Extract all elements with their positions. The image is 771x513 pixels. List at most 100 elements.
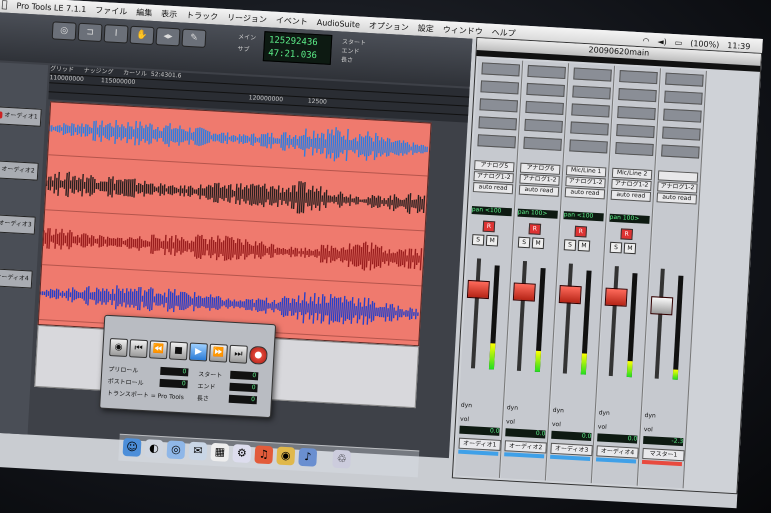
track-name[interactable]: オーディオ2 [504,440,547,454]
record-enable-button[interactable]: R [620,228,633,241]
end-value[interactable]: 0 [229,382,258,393]
start-value[interactable]: 0 [230,370,259,381]
menu-event[interactable]: イベント [276,14,309,27]
solo-button[interactable]: S [471,234,485,246]
insert-slot[interactable] [526,82,565,97]
menu-clock[interactable]: 11:39 [727,41,751,51]
postroll-value[interactable]: 0 [159,378,188,389]
menu-file[interactable]: ファイル [95,4,128,17]
automation-mode[interactable]: auto read [518,184,560,197]
menu-options[interactable]: オプション [369,19,410,32]
insert-slot[interactable] [663,108,702,123]
insert-slot[interactable] [616,123,655,139]
go-to-end-button[interactable]: ⏭ [228,344,248,364]
volume-value[interactable]: -2.3 [643,435,684,447]
apple-menu-icon[interactable]:  [1,0,8,10]
record-enable-icon[interactable] [0,111,3,119]
record-button[interactable]: ● [248,345,268,365]
insert-slot[interactable] [618,88,657,103]
pan-value[interactable]: pan 100> [517,208,558,219]
automation-mode[interactable]: auto read [564,187,606,200]
rewind-to-start-button[interactable]: ⏮ [129,339,149,359]
insert-slot[interactable] [570,121,609,136]
insert-slot[interactable] [478,116,517,131]
volume-fader[interactable] [650,296,674,316]
track-playlist-area[interactable] [37,101,432,347]
volume-fader[interactable] [466,279,490,300]
online-button[interactable]: ◉ [109,338,129,357]
track-name[interactable]: オーディオ3 [550,442,593,457]
menu-help[interactable]: ヘルプ [491,26,516,38]
insert-slot[interactable] [523,136,562,151]
volume-value[interactable]: 0.0 [597,433,638,444]
volume-icon[interactable]: ◄) [657,37,667,47]
length-value[interactable]: 0 [228,394,258,405]
solo-button[interactable]: S [563,239,577,251]
menu-edit[interactable]: 編集 [136,6,153,18]
automation-mode[interactable]: auto read [656,192,698,205]
pencil-tool-icon[interactable]: ✎ [181,28,207,48]
track-header[interactable]: オーディオ4 [0,267,33,289]
insert-slot[interactable] [664,90,703,105]
mute-button[interactable]: M [485,234,499,247]
track-name[interactable]: オーディオ1 [458,437,502,451]
volume-value[interactable]: 0.0 [505,428,546,439]
mail-icon[interactable]: ✉ [188,441,208,461]
pan-value[interactable]: pan <100 [563,211,604,222]
rewind-button[interactable]: ⏪ [149,340,168,360]
menu-track[interactable]: トラック [186,9,219,22]
insert-slot[interactable] [615,141,654,157]
automation-mode[interactable]: auto read [472,182,514,195]
preroll-value[interactable]: 0 [160,366,189,377]
insert-slot[interactable] [480,80,519,95]
menu-audiosuite[interactable]: AudioSuite [317,18,361,29]
finder-icon[interactable]: ☺ [122,437,142,457]
mute-button[interactable]: M [577,239,591,252]
play-button[interactable]: ▶ [188,342,208,362]
insert-slot[interactable] [572,85,611,100]
record-enable-button[interactable]: R [574,225,588,238]
insert-slot[interactable] [569,139,608,154]
menu-window[interactable]: ウィンドウ [442,24,483,37]
insert-slot[interactable] [524,118,563,133]
mute-button[interactable]: M [623,242,637,255]
solo-button[interactable]: S [517,236,531,249]
volume-value[interactable]: 0.0 [459,425,500,436]
insert-slot[interactable] [477,134,516,149]
scrubber-tool-icon[interactable]: ◂▸ [155,27,181,47]
fast-forward-button[interactable]: ⏩ [208,343,228,363]
track-name[interactable]: マスター1 [642,447,685,462]
main-counter[interactable]: 125292436 47:21.036 [262,31,333,65]
insert-slot[interactable] [665,72,704,87]
wifi-icon[interactable]: ◠ [642,36,649,45]
safari-icon[interactable]: ◎ [166,440,186,460]
insert-slot[interactable] [481,62,520,77]
trim-tool-icon[interactable]: ⊐ [77,22,103,43]
automation-mode[interactable]: auto read [610,189,652,202]
trash-icon[interactable]: ♲ [332,449,352,469]
insert-slot[interactable] [662,126,701,141]
insert-slot[interactable] [479,98,518,113]
itunes-dock-icon[interactable]: ♪ [298,447,318,467]
zoom-tool-icon[interactable]: ◎ [51,21,77,41]
insert-slot[interactable] [617,105,656,121]
track-header[interactable]: オーディオ2 [0,159,39,181]
pro-tools-icon[interactable]: ◉ [276,446,296,466]
selector-tool-icon[interactable]: I [103,24,129,44]
insert-slot[interactable] [525,100,564,115]
ical-icon[interactable]: ▦ [210,442,230,462]
volume-fader[interactable] [558,285,582,305]
stop-button[interactable]: ■ [168,341,188,361]
battery-icon[interactable]: ▭ [674,38,682,47]
pan-value[interactable]: pan 100> [609,213,650,224]
track-header[interactable]: オーディオ1 [0,106,42,127]
record-enable-button[interactable]: R [482,220,496,233]
volume-fader[interactable] [604,287,628,307]
pan-value[interactable]: pan <100 [471,206,512,217]
mute-button[interactable]: M [531,237,545,250]
system-preferences-icon[interactable]: ⚙ [232,444,252,464]
menu-setup[interactable]: 設定 [418,22,435,34]
menu-region[interactable]: リージョン [227,12,267,25]
track-name[interactable]: オーディオ4 [596,445,639,459]
volume-fader[interactable] [512,282,536,302]
